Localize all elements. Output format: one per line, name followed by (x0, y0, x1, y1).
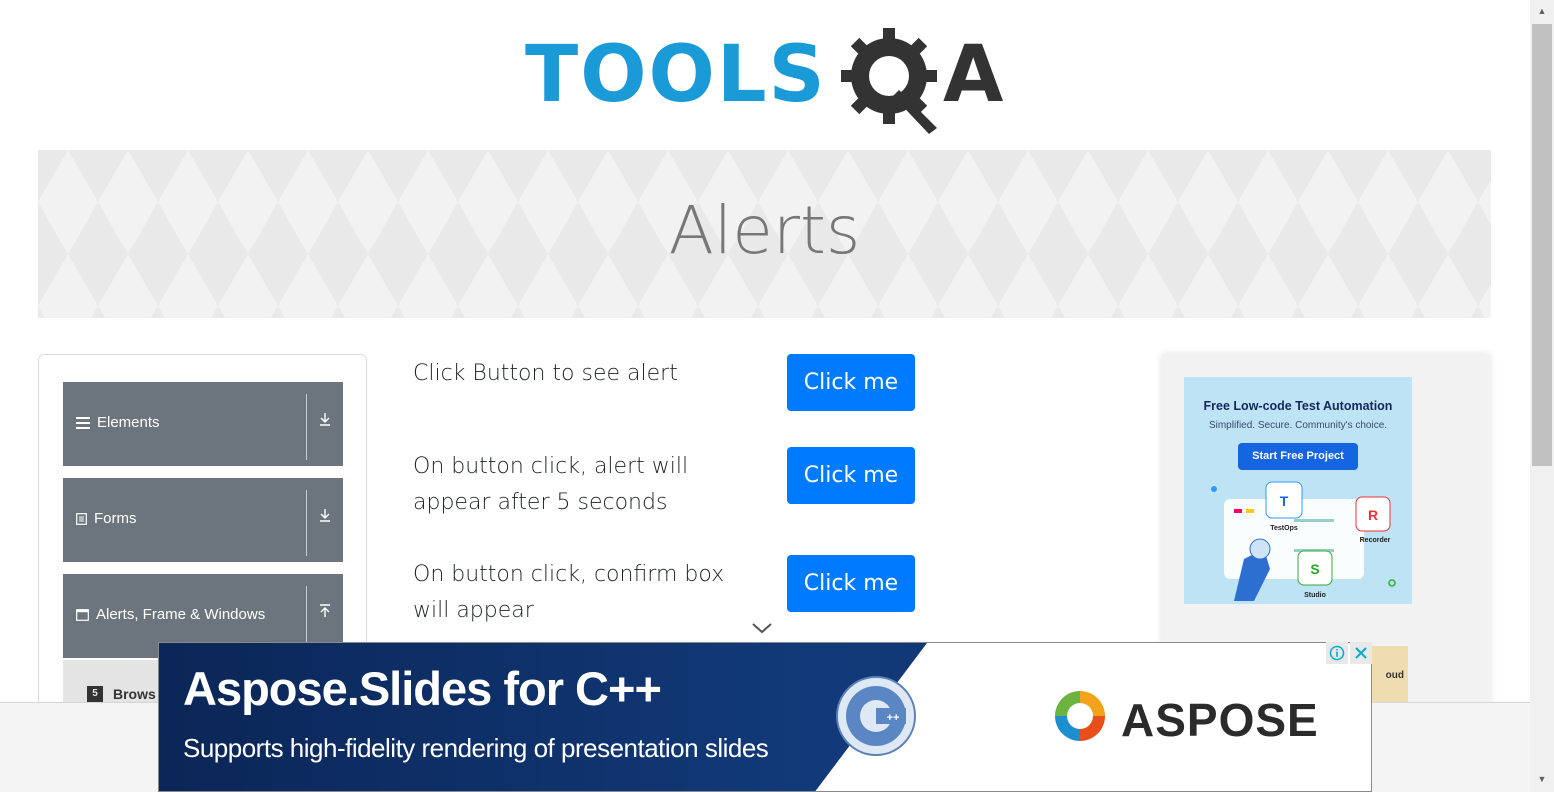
toolsqa-logo[interactable]: TOOLS A (525, 22, 1015, 137)
svg-text:S: S (1310, 561, 1319, 577)
expand-icon[interactable] (315, 412, 335, 436)
sidebar-group-label-wrap: Alerts, Frame & Windows (76, 606, 265, 623)
page-title: Alerts (668, 192, 861, 269)
page: TOOLS A Alerts Elements Forms Alerts, Fr… (0, 0, 1554, 792)
ad-title: Free Low-code Test Automation (1203, 399, 1393, 413)
start-free-project-button[interactable]: Start Free Project (1238, 443, 1358, 470)
svg-text:++: ++ (887, 712, 900, 724)
ad-headline: Aspose.Slides for C++ (183, 662, 662, 715)
katalon-ad-card[interactable]: Free Low-code Test Automation Simplified… (1184, 377, 1412, 604)
scroll-down-icon[interactable]: ▼ (1530, 768, 1554, 790)
chevron-down-icon[interactable] (750, 620, 774, 636)
ad-controls (1326, 642, 1372, 664)
product-label-testops: TestOps (1270, 525, 1298, 532)
list-icon (76, 512, 87, 525)
confirm-button[interactable]: Click me (787, 555, 915, 612)
collapse-icon[interactable] (315, 604, 335, 628)
sidebar-group-label: Elements (97, 414, 160, 431)
window-icon (76, 608, 89, 621)
cpp-badge-icon: ++ (836, 676, 916, 756)
logo-text-a: A (943, 30, 1004, 120)
divider (306, 490, 307, 556)
html5-icon: 5 (87, 686, 103, 702)
expand-icon[interactable] (315, 508, 335, 532)
confirm-description: On button click, confirm box will appear (413, 562, 725, 623)
scrollbar-thumb[interactable] (1532, 24, 1552, 466)
aspose-brand: ASPOSE (1121, 694, 1319, 746)
sidebar-group-label-wrap: Elements (76, 414, 160, 431)
ad-subtext: Supports high-fidelity rendering of pres… (183, 733, 769, 763)
timer-alert-button[interactable]: Click me (787, 447, 915, 504)
ad-subtitle: Simplified. Secure. Community's choice. (1208, 420, 1388, 431)
ad-info-icon[interactable] (1326, 642, 1348, 664)
timer-alert-description: On button click, alert will appear after… (413, 454, 689, 515)
svg-text:R: R (1368, 507, 1378, 523)
sidebar-group-forms[interactable]: Forms (63, 478, 343, 562)
aspose-logo-icon (1055, 691, 1105, 741)
scroll-up-icon[interactable]: ▲ (1530, 0, 1554, 22)
alert-description: Click Button to see alert (413, 361, 678, 386)
page-banner: Alerts (38, 150, 1491, 318)
ad-illustration: T TestOps R Recorder S Studio (1211, 481, 1396, 601)
product-label-studio: Studio (1304, 592, 1326, 599)
sidebar-group-elements[interactable]: Elements (63, 382, 343, 466)
ad-close-icon[interactable] (1350, 642, 1372, 664)
gear-icon (841, 28, 937, 134)
product-label-recorder: Recorder (1360, 537, 1391, 544)
logo-text-tools: TOOLS (525, 30, 827, 120)
vertical-scrollbar[interactable]: ▲ ▼ (1530, 0, 1554, 792)
sidebar-group-label: Alerts, Frame & Windows (96, 606, 266, 623)
sidebar-item-label: Brows (113, 686, 156, 702)
sidebar-group-label: Forms (94, 510, 137, 527)
sidebar-group-label-wrap: Forms (76, 510, 137, 527)
hamburger-icon (76, 416, 90, 429)
svg-text:T: T (1280, 493, 1289, 509)
sidebar-item-label-wrap: 5 Brows (87, 686, 156, 702)
bottom-advertisement[interactable]: Aspose.Slides for C++ Supports high-fide… (158, 642, 1372, 792)
divider (306, 394, 307, 460)
alert-button[interactable]: Click me (787, 354, 915, 411)
